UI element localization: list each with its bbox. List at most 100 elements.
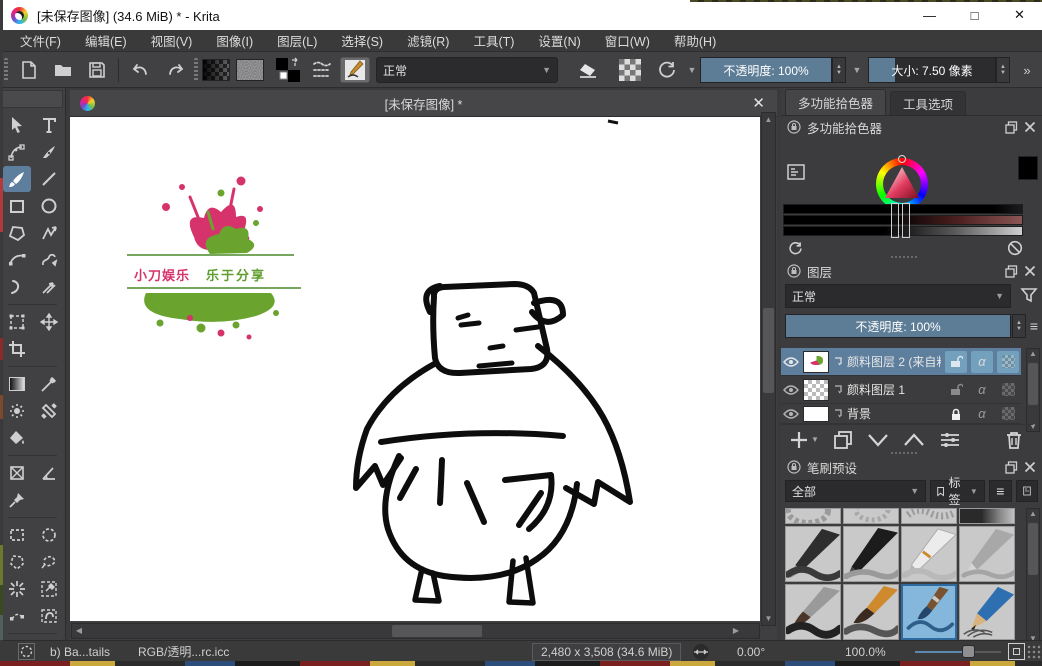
layer-opacity-slider[interactable]: 不透明度: 100%	[785, 314, 1011, 338]
layer-lock-alpha-icon[interactable]	[945, 351, 967, 373]
tool-multibrush[interactable]	[35, 274, 63, 300]
layer-scrollbar[interactable]: ▲ ▼	[1026, 348, 1040, 432]
duplicate-layer-button[interactable]	[833, 430, 853, 450]
tool-select-shapes[interactable]	[3, 112, 31, 138]
zoom-slider[interactable]	[915, 651, 1001, 653]
canvas-vertical-scrollbar[interactable]: ▲ ▼	[761, 112, 776, 626]
brush-size-slider[interactable]: 大小: 7.50 像素	[868, 57, 996, 83]
new-document-button[interactable]	[14, 57, 44, 83]
brush-preset-blue-pencil[interactable]	[959, 584, 1015, 640]
reload-preset-button[interactable]	[652, 57, 682, 83]
move-layer-down-button[interactable]	[867, 433, 889, 447]
brush-preset-orange-brush[interactable]	[843, 584, 899, 640]
layer-row[interactable]: 颜料图层 2 (来自粘贴) α	[781, 348, 1021, 376]
hue-triangle-icon[interactable]	[883, 165, 921, 203]
tool-edit-shapes[interactable]	[3, 139, 31, 165]
tool-calligraphy[interactable]	[35, 139, 63, 165]
toolbar-overflow-button[interactable]: »	[1016, 57, 1038, 83]
opacity-slider[interactable]: 不透明度: 100%	[700, 57, 832, 83]
layer-blend-mode-dropdown[interactable]: 正常 ▼	[785, 284, 1011, 308]
tool-dynamic-brush[interactable]	[3, 274, 31, 300]
visibility-eye-icon[interactable]	[783, 384, 799, 396]
tab-advanced-color-selector[interactable]: 多功能拾色器	[785, 89, 886, 115]
tool-contiguous-select[interactable]	[3, 576, 31, 602]
close-panel-icon[interactable]	[1024, 121, 1036, 133]
layer-opacity-spinner[interactable]: ▲▼	[1012, 314, 1026, 338]
refresh-history-icon[interactable]	[787, 240, 804, 257]
tool-crop[interactable]	[3, 336, 31, 362]
brush-preset-wet-brush[interactable]	[785, 584, 841, 640]
close-panel-icon[interactable]	[1024, 265, 1036, 277]
tab-tool-options[interactable]: 工具选项	[890, 91, 966, 115]
tool-gradient[interactable]	[3, 371, 31, 397]
tool-reference-images[interactable]	[3, 487, 31, 513]
color-profile-info[interactable]: RGB/透明...rc.icc	[138, 641, 229, 662]
edit-brush-settings-button[interactable]	[340, 57, 370, 83]
float-panel-icon[interactable]	[1005, 265, 1018, 278]
docker-lock-icon[interactable]	[787, 460, 801, 474]
menu-file[interactable]: 文件(F)	[8, 30, 73, 51]
save-button[interactable]	[82, 57, 112, 83]
size-spinner[interactable]: ▲▼	[996, 57, 1010, 83]
alpha-channel-icon[interactable]	[997, 404, 1019, 424]
preserve-alpha-button[interactable]	[614, 57, 646, 83]
tool-colorize-mask[interactable]	[3, 398, 31, 424]
float-panel-icon[interactable]	[1005, 121, 1018, 134]
canvas-rotation-reset-button[interactable]	[692, 641, 710, 662]
menu-filter[interactable]: 滤镜(R)	[395, 30, 461, 51]
scroll-up-icon[interactable]: ▲	[1027, 349, 1039, 358]
toolbar-grip-2[interactable]	[194, 58, 198, 82]
layer-expand-icon[interactable]	[833, 385, 843, 395]
layer-row[interactable]: 颜料图层 1 α	[781, 376, 1021, 404]
tool-polyline[interactable]	[35, 220, 63, 246]
inherit-alpha-toggle[interactable]: α	[971, 404, 993, 424]
layer-lock-alpha-icon[interactable]	[945, 379, 967, 401]
brush-preset-ink-pen[interactable]	[901, 526, 957, 582]
brush-preset-pen-dark[interactable]	[785, 526, 841, 582]
layer-properties-button[interactable]	[939, 431, 961, 449]
tool-freehand-select[interactable]	[35, 549, 63, 575]
alpha-channel-icon[interactable]	[997, 351, 1019, 373]
brush-preset-eraser-spray[interactable]	[901, 508, 957, 524]
menu-help[interactable]: 帮助(H)	[662, 30, 728, 51]
brush-preset-watercolor-selected[interactable]	[901, 584, 957, 640]
fg-bg-color-widget[interactable]	[272, 57, 304, 83]
tool-transform[interactable]	[3, 309, 31, 335]
zoom-slider-handle[interactable]	[962, 645, 975, 658]
foreground-color-swatch[interactable]	[1018, 156, 1038, 180]
tool-bezier-curve[interactable]	[3, 247, 31, 273]
layer-row[interactable]: 背景 α	[781, 404, 1021, 424]
menu-select[interactable]: 选择(S)	[329, 30, 395, 51]
menu-edit[interactable]: 编辑(E)	[73, 30, 139, 51]
zoom-fit-button[interactable]	[1008, 643, 1025, 660]
tool-freehand-brush[interactable]	[3, 166, 31, 192]
tool-ellipse-select[interactable]	[35, 522, 63, 548]
color-sliders[interactable]	[783, 204, 1023, 237]
brush-preset-airbrush[interactable]	[959, 508, 1015, 524]
menu-window[interactable]: 窗口(W)	[593, 30, 662, 51]
tool-rectangle[interactable]	[3, 193, 31, 219]
layer-expand-icon[interactable]	[833, 357, 843, 367]
alpha-channel-icon[interactable]	[997, 379, 1019, 401]
panel-splitter[interactable]	[891, 452, 917, 454]
maximize-button[interactable]: □	[952, 0, 997, 30]
layer-thumbnail[interactable]	[803, 351, 829, 373]
layer-thumbnail[interactable]	[803, 406, 829, 422]
brush-scrollbar[interactable]: ▲ ▼	[1026, 508, 1040, 644]
slider-handle-icon[interactable]	[902, 203, 910, 238]
gradient-chooser[interactable]	[202, 57, 230, 83]
scroll-right-icon[interactable]: ▶	[729, 624, 743, 638]
brush-preset-eraser-circle[interactable]	[785, 508, 841, 524]
selector-settings-button[interactable]	[787, 164, 805, 180]
close-button[interactable]: ✕	[997, 0, 1042, 30]
panel-splitter[interactable]	[891, 256, 917, 258]
blending-mode-dropdown[interactable]: 正常 ▼	[376, 57, 558, 83]
scroll-thumb[interactable]	[1028, 523, 1038, 575]
layer-expand-icon[interactable]	[833, 409, 843, 419]
scroll-thumb[interactable]	[1028, 363, 1038, 405]
layer-filter-button[interactable]	[1020, 286, 1038, 304]
tool-polygon-select[interactable]	[3, 549, 31, 575]
scroll-down-icon[interactable]: ▼	[762, 612, 775, 625]
scroll-up-icon[interactable]: ▲	[762, 113, 775, 126]
visibility-eye-icon[interactable]	[783, 356, 799, 368]
